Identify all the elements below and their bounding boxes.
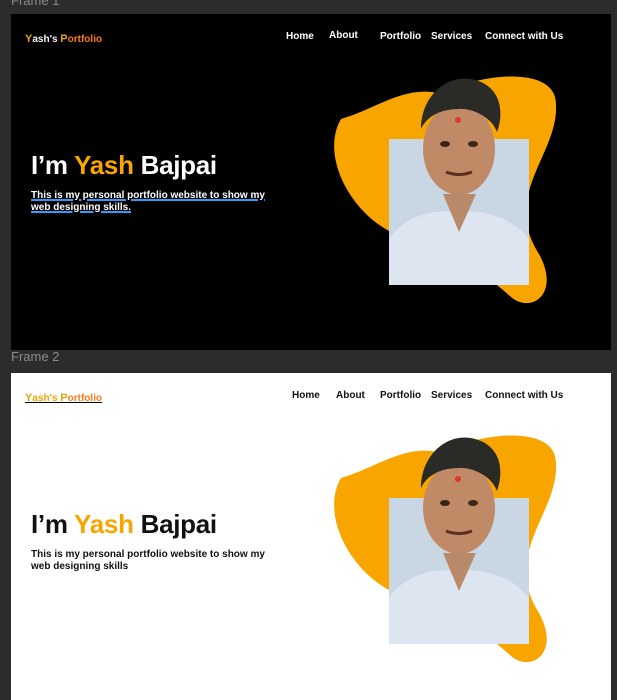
hero-title: I’m Yash Bajpai — [31, 509, 217, 540]
hero-title: I’m Yash Bajpai — [31, 150, 217, 181]
nav-portfolio[interactable]: Portfolio — [380, 390, 421, 401]
nav-connect[interactable]: Connect with Us — [485, 390, 563, 401]
logo-word-2: ortfolio — [67, 34, 103, 45]
frame-1: Yash's Portfolio Home About Portfolio Se… — [11, 14, 611, 350]
hero-title-last-name: Bajpai — [140, 509, 218, 539]
hero-title-last-name: Bajpai — [140, 150, 218, 180]
nav-services[interactable]: Services — [431, 31, 472, 42]
nav-portfolio[interactable]: Portfolio — [380, 31, 421, 42]
hero-title-im: I’m — [31, 509, 68, 539]
frame-2: Yash's Portfolio Home About Portfolio Se… — [11, 373, 611, 700]
logo-initial-p: P — [60, 33, 68, 45]
nav-home[interactable]: Home — [286, 31, 314, 42]
nav-connect[interactable]: Connect with Us — [485, 31, 563, 42]
logo-word-2: ortfolio — [67, 393, 103, 404]
logo-word-1: ash's — [32, 393, 58, 404]
profile-photo-icon — [334, 76, 557, 304]
nav-services[interactable]: Services — [431, 390, 472, 401]
frame-2-label: Frame 2 — [11, 349, 60, 364]
logo-initial-p: P — [60, 392, 68, 404]
nav-about[interactable]: About — [329, 30, 358, 41]
hero-subtitle: This is my personal portfolio website to… — [31, 549, 265, 572]
frame-1-label: Frame 1 — [11, 0, 60, 8]
hero-title-first-name: Yash — [74, 509, 134, 539]
logo-word-1: ash's — [32, 34, 58, 45]
logo[interactable]: Yash's Portfolio — [25, 392, 102, 404]
profile-photo-icon — [334, 435, 557, 663]
hero-title-first-name: Yash — [74, 150, 134, 180]
hero-subtitle: This is my personal portfolio website to… — [31, 190, 265, 213]
nav-about[interactable]: About — [336, 390, 365, 401]
logo[interactable]: Yash's Portfolio — [25, 33, 102, 45]
nav-home[interactable]: Home — [292, 390, 320, 401]
hero-title-im: I’m — [31, 150, 68, 180]
